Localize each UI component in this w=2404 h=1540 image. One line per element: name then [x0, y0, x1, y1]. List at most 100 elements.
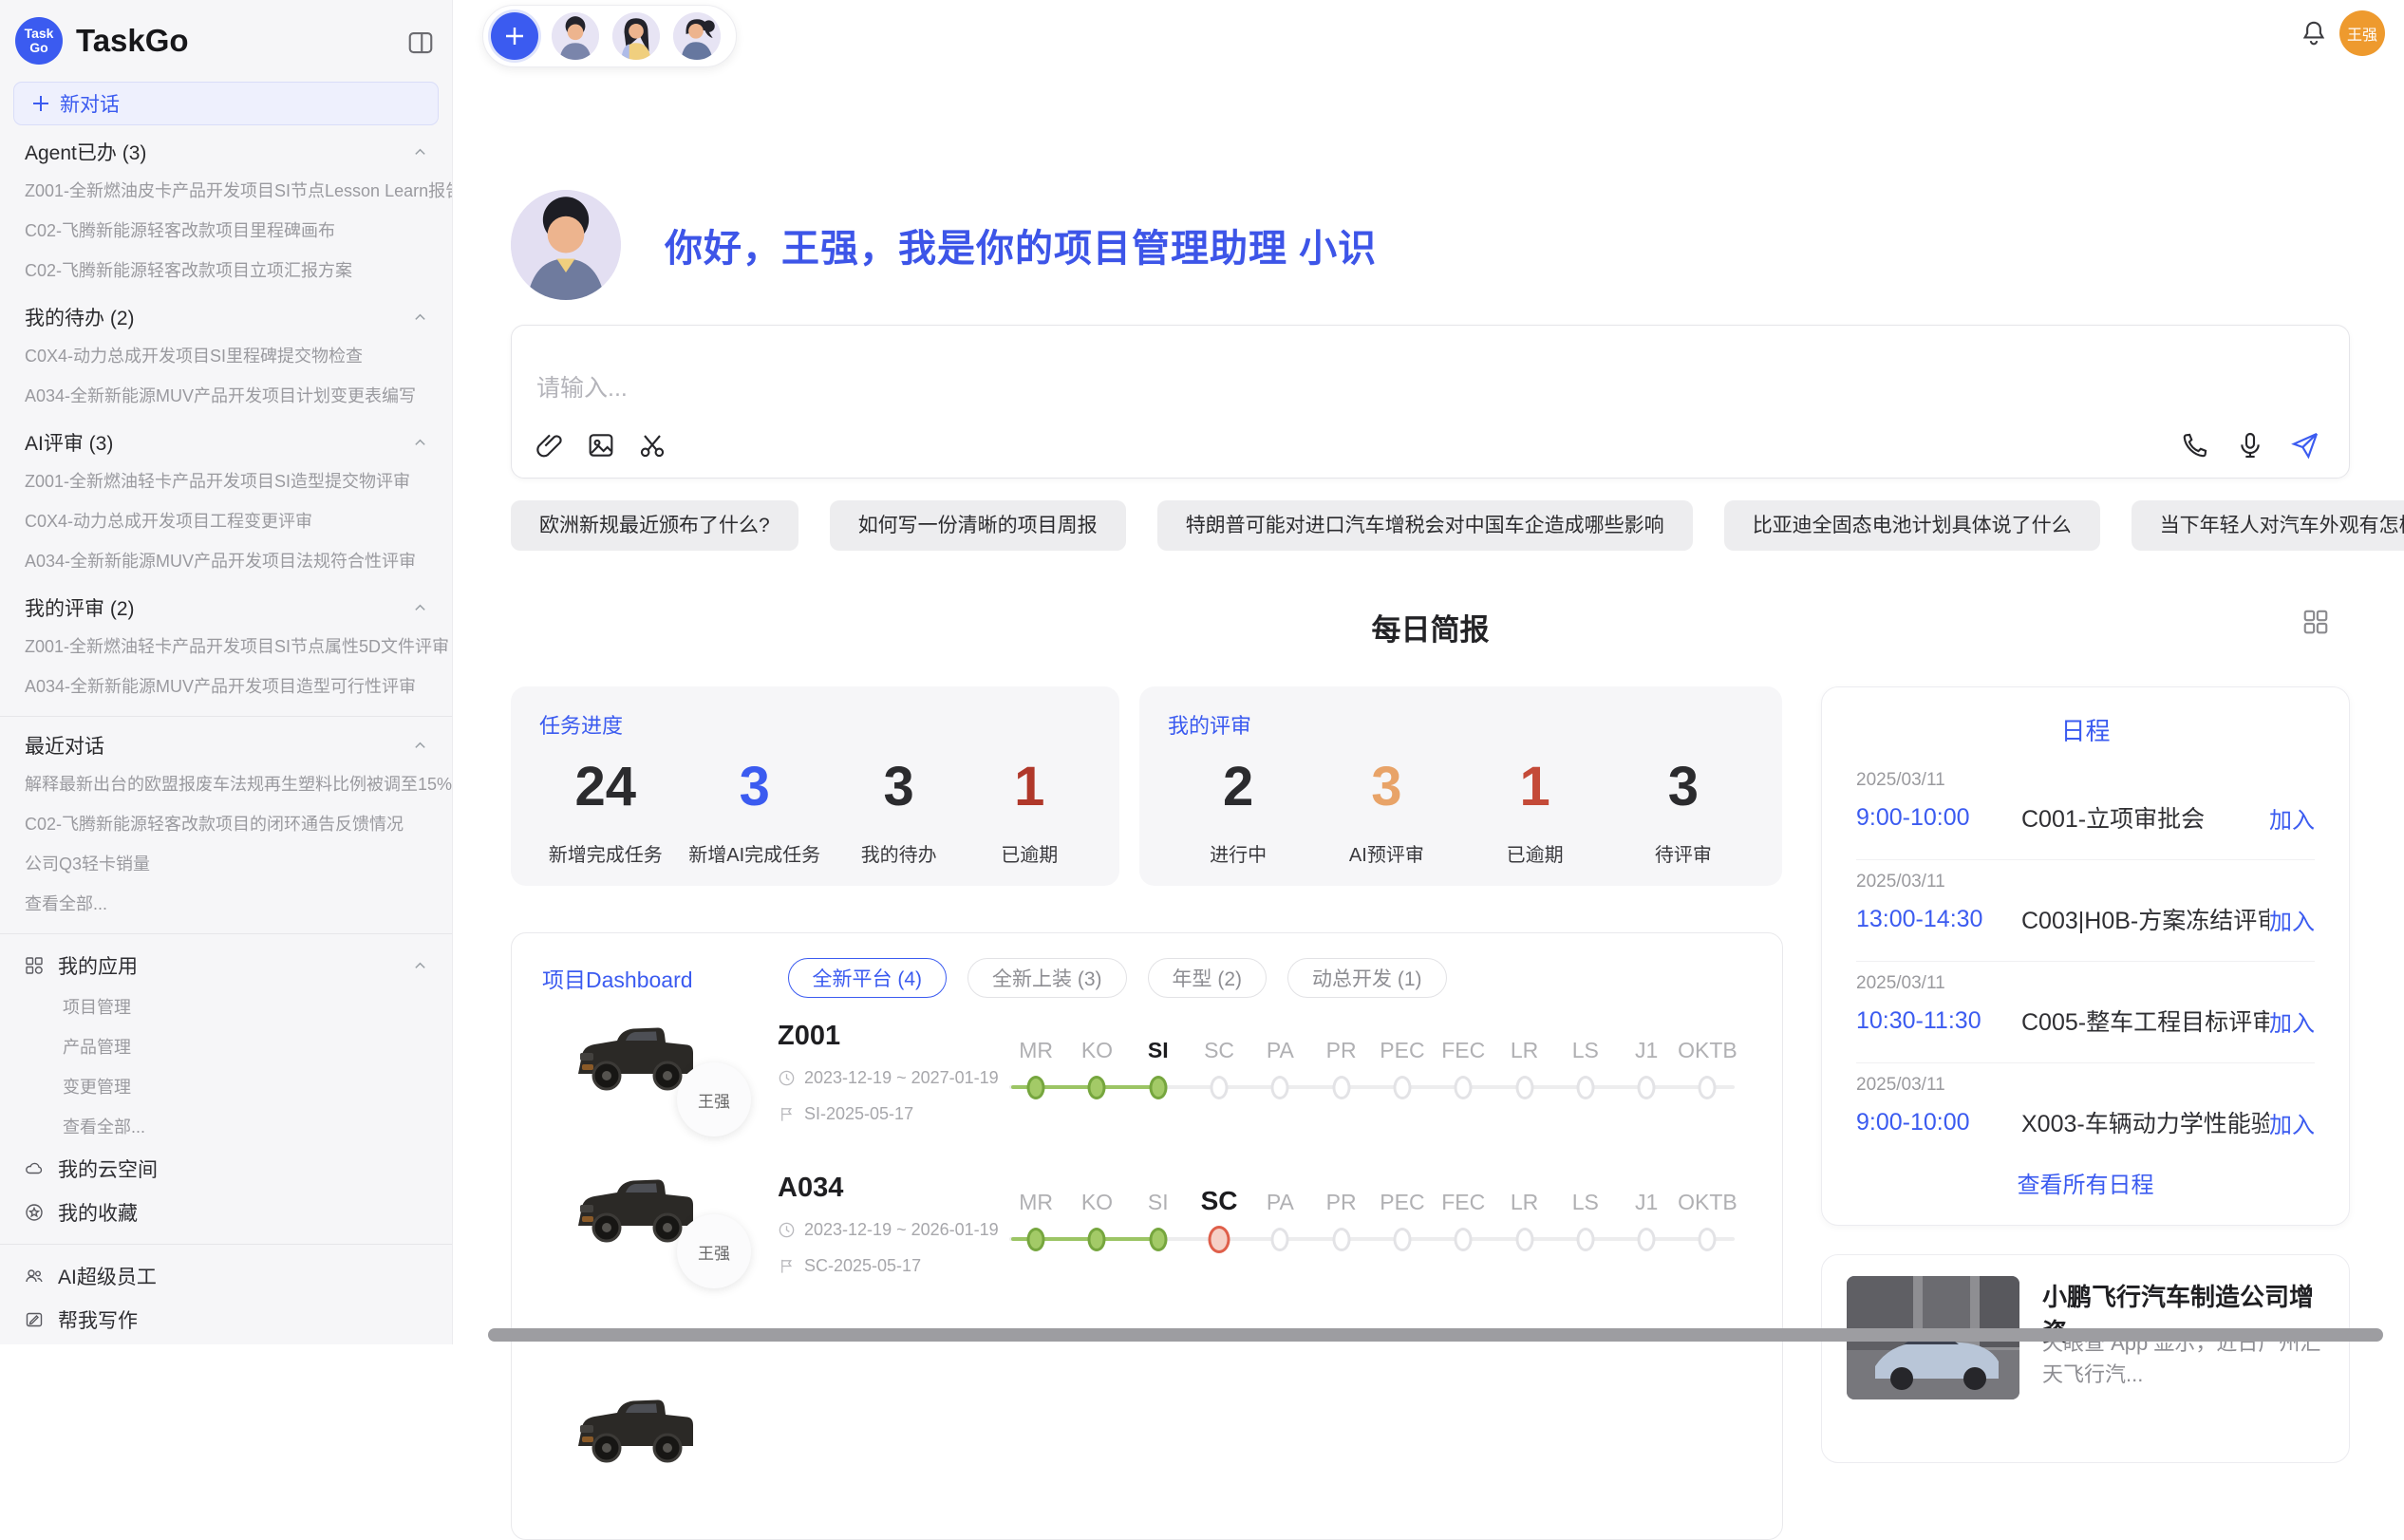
join-meeting-link[interactable]: 加入: [2269, 1005, 2315, 1038]
project-vehicle-image: [573, 1387, 700, 1476]
scissors-icon[interactable]: [637, 430, 667, 460]
dashboard-tab[interactable]: 全新上装 (3): [967, 958, 1127, 998]
app-title: TaskGo: [76, 23, 406, 59]
stat: 3新增AI完成任务: [688, 755, 820, 867]
sidebar-section-header[interactable]: 我的评审 (2): [0, 589, 452, 627]
sidebar-section-header[interactable]: 最近对话: [0, 726, 452, 764]
phone-call-icon[interactable]: [2180, 430, 2210, 460]
stats-row: 24新增完成任务3新增AI完成任务3我的待办1已逾期: [511, 740, 1119, 867]
paperclip-icon[interactable]: [535, 430, 565, 460]
notifications-bell-icon[interactable]: [2300, 19, 2328, 49]
sidebar-item-my-apps[interactable]: 我的应用: [0, 944, 452, 987]
milestone-label-MR: MR: [1005, 1190, 1066, 1216]
image-icon[interactable]: [586, 430, 616, 460]
sidebar-subitem[interactable]: 变更管理: [0, 1067, 452, 1107]
microphone-icon[interactable]: [2235, 430, 2265, 460]
sidebar-item-write[interactable]: 帮我写作: [0, 1298, 452, 1342]
stat: 24新增完成任务: [549, 755, 663, 867]
agent-avatar-3[interactable]: [673, 12, 721, 60]
card-title: 我的评审: [1139, 686, 1782, 740]
milestone-label-KO: KO: [1066, 1190, 1127, 1216]
suggestion-chip[interactable]: 比亚迪全固态电池计划具体说了什么: [1724, 500, 2100, 551]
stat: 1已逾期: [1483, 755, 1587, 867]
link-label: 帮我写作: [58, 1305, 138, 1334]
user-avatar[interactable]: 王强: [2339, 10, 2385, 56]
sidebar-item[interactable]: C0X4-动力总成开发项目SI里程碑提交物检查: [0, 336, 452, 376]
milestone-node-J1: [1638, 1076, 1656, 1099]
join-meeting-link[interactable]: 加入: [2269, 801, 2315, 835]
dashboard-tab[interactable]: 年型 (2): [1148, 958, 1268, 998]
new-chat-label: 新对话: [60, 89, 120, 118]
add-agent-button[interactable]: [491, 12, 538, 60]
sidebar-item[interactable]: 查看全部...: [0, 884, 452, 924]
sidebar-item[interactable]: 解释最新出台的欧盟报废车法规再生塑料比例被调至15%...: [0, 764, 452, 804]
dashboard-header: 项目Dashboard 全新平台 (4) 全新上装 (3) 年型 (2) 动总开发 (…: [512, 933, 1782, 998]
sidebar-item[interactable]: C02-飞腾新能源轻客改款项目的闭环通告反馈情况: [0, 804, 452, 844]
sidebar: Task Go TaskGo 新对话 Agent已办 (3)Z001-全新燃油皮…: [0, 0, 453, 1344]
sidebar-item-star[interactable]: 我的收藏: [0, 1191, 452, 1234]
milestone-labels: MRKOSISCPAPRPECFECLRLSJ1OKTB: [1005, 1190, 1738, 1216]
suggestion-chip[interactable]: 欧洲新规最近颁布了什么?: [511, 500, 798, 551]
composer-attachments: [535, 430, 667, 460]
schedule-time: 10:30-11:30: [1856, 1007, 1999, 1035]
collapse-sidebar-icon[interactable]: [406, 28, 435, 53]
project-name[interactable]: A034: [778, 1173, 843, 1204]
news-card[interactable]: 小鹏飞行汽车制造公司增资 天眼查 App 显示，近日广州汇天飞行汽...: [1821, 1254, 2350, 1463]
suggestion-chip[interactable]: 特朗普可能对进口汽车增税会对中国车企造成哪些影响: [1157, 500, 1693, 551]
dashboard-title: 项目Dashboard: [542, 962, 693, 994]
composer-actions: [2180, 430, 2320, 460]
greeting-text: 你好，王强，我是你的项目管理助理 小识: [665, 217, 1377, 272]
sidebar-section-header[interactable]: AI评审 (3): [0, 423, 452, 461]
date-range-text: 2023-12-19 ~ 2027-01-19: [804, 1068, 999, 1088]
sidebar-item[interactable]: C02-飞腾新能源轻客改款项目立项汇报方案: [0, 251, 452, 291]
milestone-label-J1: J1: [1616, 1190, 1677, 1216]
sidebar-item[interactable]: A034-全新新能源MUV产品开发项目计划变更表编写: [0, 376, 452, 416]
milestone-node-PA: [1271, 1228, 1289, 1251]
horizontal-scrollbar[interactable]: [488, 1328, 2383, 1342]
milestone-node-LR: [1515, 1228, 1533, 1251]
sidebar-item-cloud[interactable]: 我的云空间: [0, 1147, 452, 1191]
schedule-entry-row: 9:00-10:00C001-立项审批会加入: [1856, 800, 2315, 835]
join-meeting-link[interactable]: 加入: [2269, 1106, 2315, 1139]
composer-input[interactable]: [536, 369, 2056, 411]
sidebar-item[interactable]: A034-全新新能源MUV产品开发项目法规符合性评审: [0, 541, 452, 581]
milestone-label-LR: LR: [1493, 1190, 1554, 1216]
sidebar-item[interactable]: 公司Q3轻卡销量: [0, 844, 452, 884]
agent-avatar-2[interactable]: [612, 12, 660, 60]
milestone-node-PR: [1332, 1228, 1350, 1251]
stat: 3待评审: [1631, 755, 1736, 867]
suggestion-chip[interactable]: 如何写一份清晰的项目周报: [830, 500, 1126, 551]
sidebar-item[interactable]: Z001-全新燃油轻卡产品开发项目SI造型提交物评审: [0, 461, 452, 501]
sidebar-subitem[interactable]: 查看全部...: [0, 1107, 452, 1147]
dashboard-tab[interactable]: 全新平台 (4): [788, 958, 948, 998]
view-all-schedule-link[interactable]: 查看所有日程: [1822, 1166, 2349, 1199]
sidebar-section-header[interactable]: 我的待办 (2): [0, 298, 452, 336]
stat-label: AI预评审: [1334, 839, 1438, 867]
send-icon[interactable]: [2290, 430, 2320, 460]
project-name[interactable]: Z001: [778, 1021, 840, 1052]
milestone-node-J1: [1638, 1228, 1656, 1251]
schedule-event: X003-车辆动力学性能验...: [2021, 1105, 2269, 1139]
sidebar-item[interactable]: Z001-全新燃油皮卡产品开发项目SI节点Lesson Learn报告: [0, 171, 452, 211]
sidebar-item[interactable]: Z001-全新燃油轻卡产品开发项目SI节点属性5D文件评审: [0, 627, 452, 667]
join-meeting-link[interactable]: 加入: [2269, 903, 2315, 936]
new-chat-button[interactable]: 新对话: [13, 82, 439, 125]
user-initials: 王强: [2347, 22, 2377, 45]
suggestion-chip[interactable]: 当下年轻人对汽车外观有怎样的喜好趋势: [2132, 500, 2404, 551]
sidebar-item[interactable]: A034-全新新能源MUV产品开发项目造型可行性评审: [0, 667, 452, 706]
layout-grid-icon[interactable]: [2301, 608, 2330, 636]
sidebar-item-people[interactable]: AI超级员工: [0, 1254, 452, 1298]
sidebar-item[interactable]: C0X4-动力总成开发项目工程变更评审: [0, 501, 452, 541]
agent-avatar-1[interactable]: [552, 12, 599, 60]
sidebar-item[interactable]: C02-飞腾新能源轻客改款项目里程碑画布: [0, 211, 452, 251]
dashboard-tab[interactable]: 动总开发 (1): [1287, 958, 1447, 998]
dashboard-tabs: 全新平台 (4) 全新上装 (3) 年型 (2) 动总开发 (1): [788, 958, 1447, 998]
task-progress-card: 任务进度 24新增完成任务3新增AI完成任务3我的待办1已逾期: [511, 686, 1119, 886]
schedule-list: 2025/03/119:00-10:00C001-立项审批会加入2025/03/…: [1822, 747, 2349, 1139]
milestone-node-FEC: [1455, 1076, 1473, 1099]
sidebar-subitem[interactable]: 产品管理: [0, 1027, 452, 1067]
chevron-up-icon: [413, 310, 427, 325]
milestone-node-KO: [1088, 1076, 1106, 1099]
sidebar-section-header[interactable]: Agent已办 (3): [0, 133, 452, 171]
sidebar-subitem[interactable]: 项目管理: [0, 987, 452, 1027]
